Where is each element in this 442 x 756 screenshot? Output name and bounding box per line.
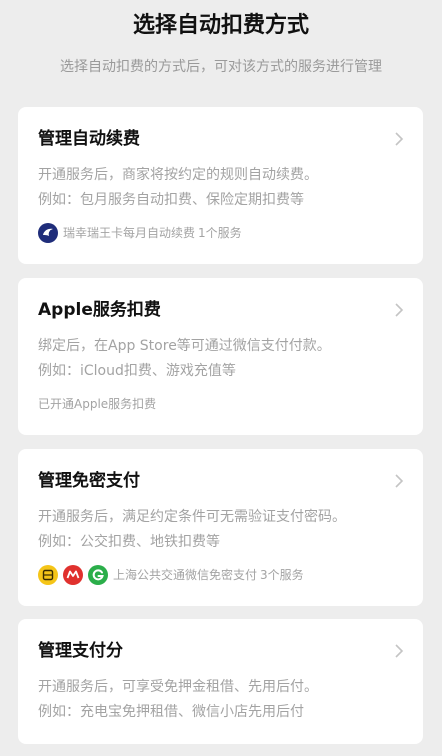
chevron-right-icon <box>395 644 404 658</box>
green-bus-icon <box>88 565 108 585</box>
card-payment-score[interactable]: 管理支付分 开通服务后，可享受免押金租借、先用后付。 例如：充电宝免押租借、微信… <box>18 619 423 744</box>
card-desc-line1: 开通服务后，商家将按约定的规则自动续费。 <box>38 167 318 183</box>
card-desc-line1: 开通服务后，可享受免押金租借、先用后付。 <box>38 679 318 695</box>
footer-service-name: 瑞幸瑞王卡每月自动续费 <box>63 226 196 240</box>
page-subtitle: 选择自动扣费的方式后，可对该方式的服务进行管理 <box>60 59 382 75</box>
transit-card-icon <box>38 565 58 585</box>
footer-status-text: 已开通Apple服务扣费 <box>38 397 157 411</box>
card-title: 管理自动续费 <box>38 129 140 149</box>
card-desc-line2: 例如：包月服务自动扣费、保险定期扣费等 <box>38 192 304 208</box>
card-footer: 瑞幸瑞王卡每月自动续费 1个服务 <box>38 222 403 244</box>
card-desc-line1: 开通服务后，满足约定条件可无需验证支付密码。 <box>38 509 346 525</box>
metro-icon <box>63 565 83 585</box>
footer-service-name: 上海公共交通微信免密支付 <box>113 568 258 582</box>
card-desc-line1: 绑定后，在App Store等可通过微信支付付款。 <box>38 338 331 354</box>
chevron-right-icon <box>395 303 404 317</box>
chevron-right-icon <box>395 474 404 488</box>
footer-service-count: 1个服务 <box>198 226 242 240</box>
card-auto-renewal[interactable]: 管理自动续费 开通服务后，商家将按约定的规则自动续费。 例如：包月服务自动扣费、… <box>18 107 423 264</box>
card-title: 管理免密支付 <box>38 471 140 491</box>
card-title: Apple服务扣费 <box>38 300 161 320</box>
card-password-free[interactable]: 管理免密支付 开通服务后，满足约定条件可无需验证支付密码。 例如：公交扣费、地铁… <box>18 449 423 606</box>
card-footer: 上海公共交通微信免密支付 3个服务 <box>38 564 403 586</box>
card-footer: 已开通Apple服务扣费 <box>38 393 403 415</box>
footer-service-count: 3个服务 <box>260 568 304 582</box>
chevron-right-icon <box>395 132 404 146</box>
page-title: 选择自动扣费方式 <box>132 13 309 38</box>
card-desc-line2: 例如：充电宝免押租借、微信小店先用后付 <box>38 704 304 720</box>
card-title: 管理支付分 <box>38 641 123 661</box>
card-desc-line2: 例如：iCloud扣费、游戏充值等 <box>38 363 236 379</box>
card-desc-line2: 例如：公交扣费、地铁扣费等 <box>38 534 220 550</box>
luckin-coffee-icon <box>38 223 58 243</box>
card-apple-billing[interactable]: Apple服务扣费 绑定后，在App Store等可通过微信支付付款。 例如：i… <box>18 278 423 435</box>
